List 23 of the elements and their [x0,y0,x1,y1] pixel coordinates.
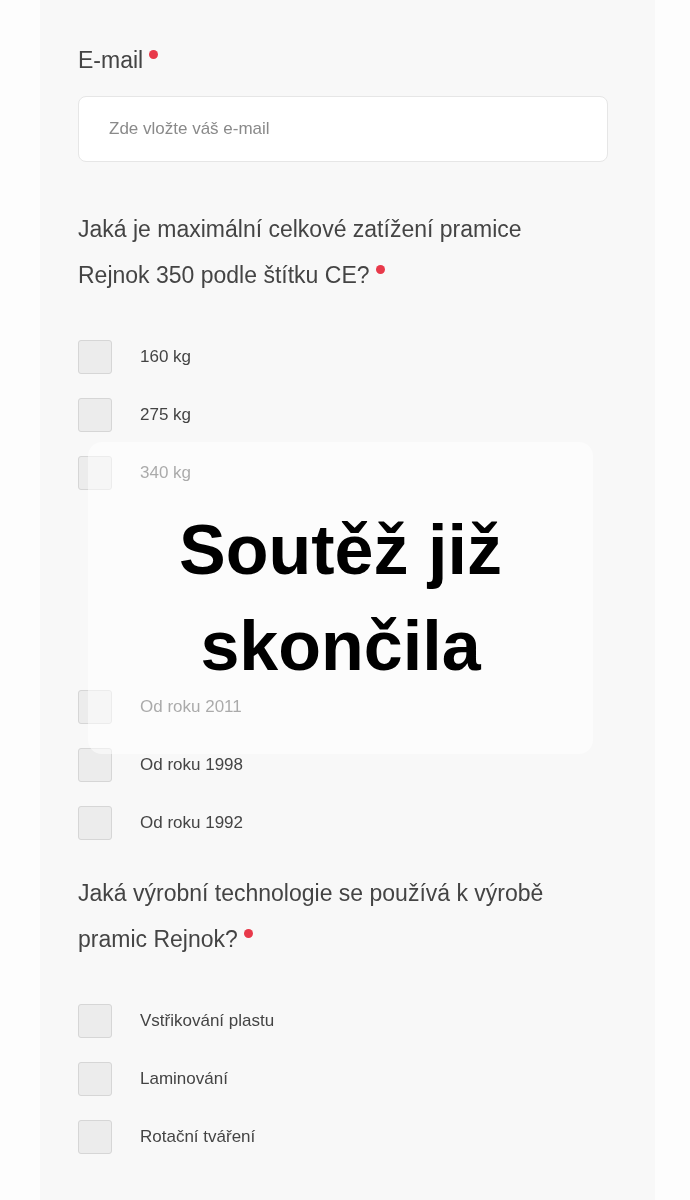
option-label: 275 kg [140,404,192,427]
field-label: E-mail [78,38,610,82]
checkbox[interactable] [78,456,112,490]
option-label: Od roku 2011 [140,696,242,719]
option-label: Od roku 1998 [140,754,243,777]
checkbox[interactable] [78,398,112,432]
overlay-message: Soutěž již skončila [178,510,503,687]
question-text: Jaká výrobní technologie se používá k výrobě pramic Rejnok? [78,879,545,954]
option-label: 340 kg [140,462,192,485]
checkbox[interactable] [78,1120,112,1154]
option-label: Rotační tváření [140,1126,256,1149]
question-text: Jaká je maximální celkové zatížení pramice Rejnok 350 podle štítku CE? [78,215,523,290]
checkbox[interactable] [78,690,112,724]
checkbox[interactable] [78,748,112,782]
checkbox[interactable] [78,340,112,374]
checkbox[interactable] [78,806,112,840]
option-label: Vstřikování plastu [140,1010,275,1033]
checkbox[interactable] [78,1004,112,1038]
option-label: Laminování [140,1068,228,1091]
option-label: Od roku 1992 [140,812,243,835]
email-field[interactable]: Zde vložte váš e-mail [78,96,608,162]
option-label: 160 kg [140,346,192,369]
checkbox[interactable] [78,1062,112,1096]
